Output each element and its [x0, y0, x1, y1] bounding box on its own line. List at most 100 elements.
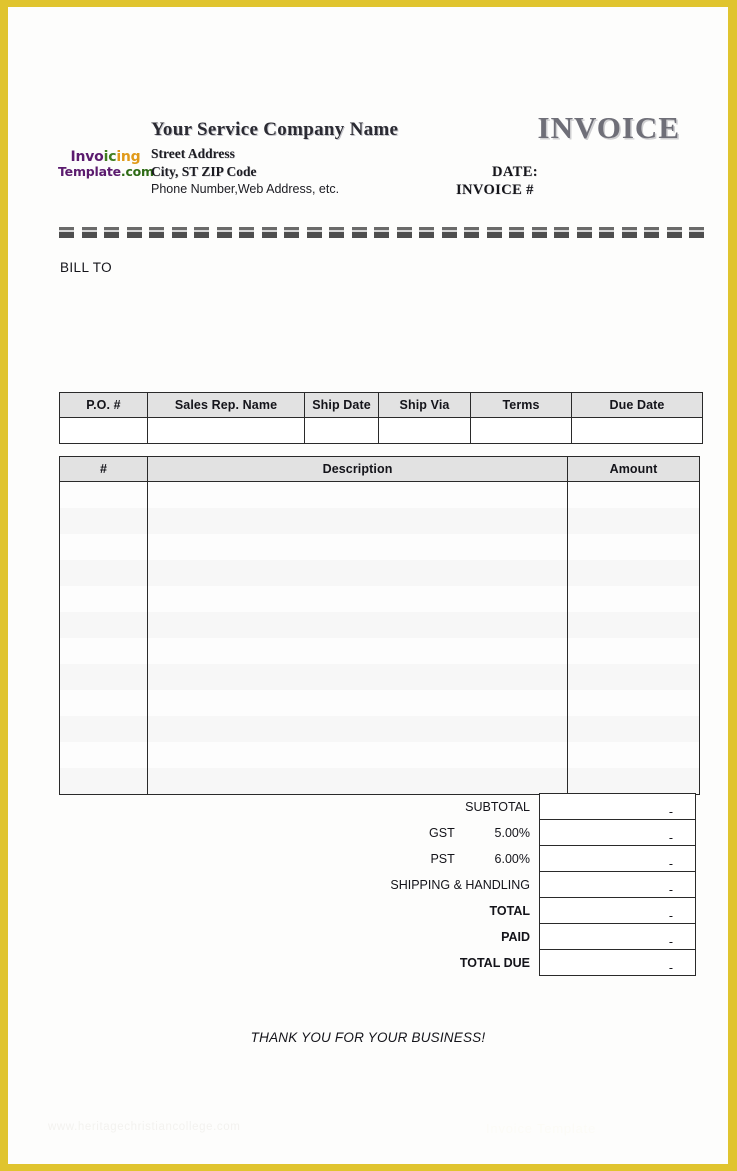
item-number-cell[interactable]	[59, 664, 148, 690]
line-item-row	[59, 508, 700, 534]
company-name: Your Service Company Name	[151, 119, 399, 140]
item-number-cell[interactable]	[59, 690, 148, 716]
item-description-cell[interactable]	[147, 768, 568, 795]
cell-due-date[interactable]	[571, 417, 703, 444]
totals-label: GST	[429, 825, 455, 840]
item-description-cell[interactable]	[147, 716, 568, 742]
divider-dash	[509, 227, 524, 238]
item-number-cell[interactable]	[59, 586, 148, 612]
totals-value[interactable]: -	[539, 897, 696, 924]
logo-text-dotcom: .com	[120, 163, 154, 179]
item-number-cell[interactable]	[59, 742, 148, 768]
divider-dash	[441, 227, 457, 238]
item-description-cell[interactable]	[147, 560, 568, 586]
item-amount-cell[interactable]	[567, 508, 700, 534]
company-address-line-2: City, ST ZIP Code	[151, 164, 257, 179]
item-amount-cell[interactable]	[567, 612, 700, 638]
divider-dash	[149, 227, 164, 238]
line-items-table: # Description Amount	[59, 456, 700, 795]
item-amount-cell[interactable]	[567, 716, 700, 742]
item-description-cell[interactable]	[147, 742, 568, 768]
line-item-row	[59, 586, 700, 612]
divider-dash	[419, 227, 434, 238]
item-amount-cell[interactable]	[567, 742, 700, 768]
totals-row: PAID -	[388, 923, 696, 950]
line-item-row	[59, 716, 700, 742]
cell-ship-date[interactable]	[304, 417, 379, 444]
divider-dash	[329, 227, 344, 238]
bill-to-label: BILL TO	[60, 260, 113, 275]
divider-dash	[284, 227, 299, 238]
cell-sales-rep-name[interactable]	[147, 417, 305, 444]
item-description-cell[interactable]	[147, 690, 568, 716]
totals-body: SUBTOTAL - GST 5.00% - PST 6.00% - SHIPPING & HA…	[388, 793, 696, 976]
divider-dash	[261, 227, 277, 238]
cell-po-number[interactable]	[59, 417, 148, 444]
dashed-divider	[59, 227, 704, 238]
item-description-cell[interactable]	[147, 664, 568, 690]
cell-ship-via[interactable]	[378, 417, 471, 444]
item-number-cell[interactable]	[59, 768, 148, 795]
totals-value[interactable]: -	[539, 949, 696, 976]
item-number-cell[interactable]	[59, 481, 148, 508]
invoicing-template-logo[interactable]: Invoicing Template.com	[58, 150, 154, 179]
totals-label: TOTAL	[489, 903, 530, 918]
totals-table: SUBTOTAL - GST 5.00% - PST 6.00% - SHIPPING & HA…	[388, 793, 696, 976]
totals-rate[interactable]: 5.00%	[464, 820, 540, 846]
header-ship-date: Ship Date	[304, 392, 379, 418]
item-description-cell[interactable]	[147, 534, 568, 560]
item-amount-cell[interactable]	[567, 768, 700, 795]
header-sales-rep-name: Sales Rep. Name	[147, 392, 305, 418]
logo-text-template: Template	[58, 163, 121, 179]
item-number-cell[interactable]	[59, 612, 148, 638]
item-amount-cell[interactable]	[567, 664, 700, 690]
header-due-date: Due Date	[571, 392, 703, 418]
header-item-number: #	[59, 456, 148, 482]
footer-watermark-right: Invoice Template	[486, 1121, 597, 1136]
totals-value[interactable]: -	[539, 819, 696, 846]
totals-row: SUBTOTAL -	[388, 793, 696, 820]
logo-text-ing: ing	[116, 149, 141, 165]
header-terms: Terms	[470, 392, 572, 418]
item-amount-cell[interactable]	[567, 560, 700, 586]
item-amount-cell[interactable]	[567, 690, 700, 716]
totals-rate[interactable]: 6.00%	[464, 846, 540, 872]
divider-dash	[126, 227, 142, 238]
header-item-amount: Amount	[567, 456, 700, 482]
item-amount-cell[interactable]	[567, 481, 700, 508]
logo-line-two: Template.com	[58, 163, 154, 179]
totals-row: PST 6.00% -	[388, 845, 696, 872]
logo-line-one: Invoicing	[58, 150, 153, 165]
cell-terms[interactable]	[470, 417, 572, 444]
item-description-cell[interactable]	[147, 612, 568, 638]
header-item-description: Description	[147, 456, 568, 482]
invoice-date-label: DATE:	[492, 164, 539, 180]
item-amount-cell[interactable]	[567, 638, 700, 664]
item-amount-cell[interactable]	[567, 534, 700, 560]
totals-value[interactable]: -	[539, 871, 696, 898]
item-description-cell[interactable]	[147, 586, 568, 612]
item-number-cell[interactable]	[59, 534, 148, 560]
header-po-number: P.O. #	[59, 392, 148, 418]
order-info-table: P.O. # Sales Rep. Name Ship Date Ship Vi…	[59, 392, 703, 444]
totals-label: TOTAL DUE	[459, 955, 530, 970]
item-number-cell[interactable]	[59, 716, 148, 742]
item-amount-cell[interactable]	[567, 586, 700, 612]
line-items-header-row: # Description Amount	[59, 456, 700, 482]
divider-dash	[216, 227, 232, 238]
invoice-sheet: Invoicing Template.com Your Service Comp…	[8, 7, 728, 1164]
item-number-cell[interactable]	[59, 508, 148, 534]
item-number-cell[interactable]	[59, 638, 148, 664]
item-description-cell[interactable]	[147, 481, 568, 508]
item-description-cell[interactable]	[147, 508, 568, 534]
divider-dash	[306, 227, 322, 238]
item-number-cell[interactable]	[59, 560, 148, 586]
invoice-page: Invoicing Template.com Your Service Comp…	[0, 0, 737, 1171]
totals-value[interactable]: -	[539, 845, 696, 872]
header-ship-via: Ship Via	[378, 392, 471, 418]
divider-dash	[171, 227, 187, 238]
item-description-cell[interactable]	[147, 638, 568, 664]
totals-value[interactable]: -	[539, 793, 696, 820]
totals-row: SHIPPING & HANDLING -	[388, 871, 696, 898]
totals-value[interactable]: -	[539, 923, 696, 950]
